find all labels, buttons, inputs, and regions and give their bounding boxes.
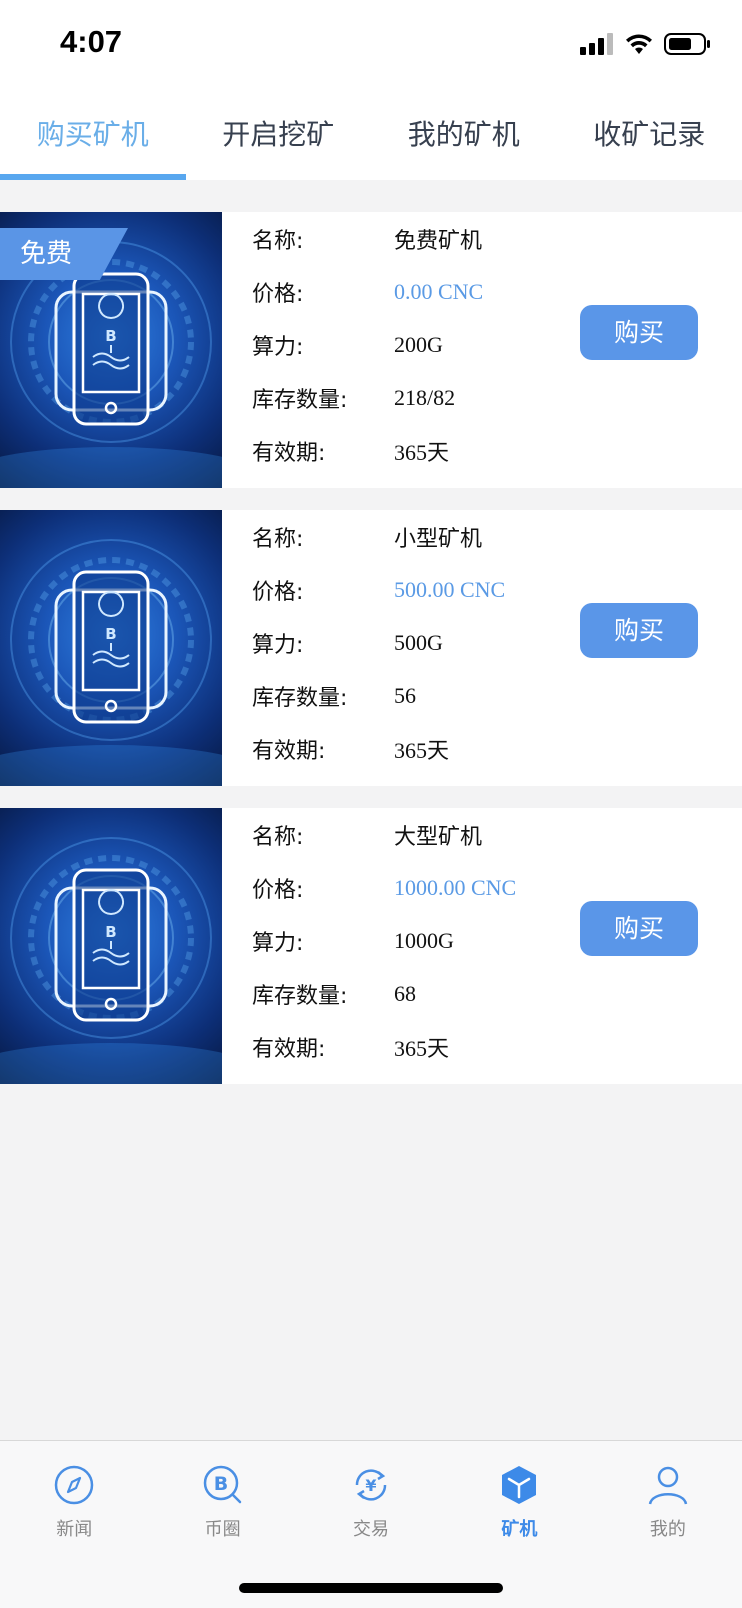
stock-label: 库存数量: — [252, 983, 348, 1009]
stock-label: 库存数量: — [252, 685, 348, 711]
miner-image: B — [0, 808, 222, 1084]
hashrate-label: 算力: — [252, 930, 304, 956]
nav-crypto-circle-label: 币圈 — [204, 1519, 241, 1540]
miner-info: 名称: 大型矿机 价格: 1000.00 CNC 算力: 1000G 库存数量: 68 … — [252, 808, 516, 1073]
miner-hashrate: 200G — [394, 331, 443, 357]
tab-collect-records[interactable]: 收矿记录 — [557, 92, 742, 180]
buy-button[interactable]: 购买 — [580, 603, 698, 658]
validity-label: 有效期: — [252, 440, 326, 466]
miner-info: 名称: 免费矿机 价格: 0.00 CNC 算力: 200G 库存数量: 218/82 … — [252, 212, 483, 477]
miner-image: B 免费 — [0, 212, 222, 488]
person-icon — [648, 1466, 688, 1505]
nav-miners-label: 矿机 — [501, 1519, 538, 1540]
miner-validity: 365天 — [394, 439, 450, 465]
tab-my-miners[interactable]: 我的矿机 — [371, 92, 557, 180]
bitcoin-search-icon: B — [203, 1465, 241, 1504]
svg-text:B: B — [105, 327, 116, 345]
miner-price: 500.00 CNC — [394, 576, 506, 602]
phone-bitcoin-icon: B — [0, 837, 222, 1084]
validity-label: 有效期: — [252, 1036, 326, 1062]
price-label: 价格: — [252, 877, 304, 903]
wifi-icon — [626, 34, 652, 54]
miner-validity: 365天 — [394, 737, 450, 763]
buy-button[interactable]: 购买 — [580, 901, 698, 956]
miner-card: B 名称: 小型矿机 价格: 500.00 CNC 算力: 500G 库存数量: 56 … — [0, 510, 742, 786]
status-icons — [580, 32, 712, 56]
hashrate-label: 算力: — [252, 334, 304, 360]
name-label: 名称: — [252, 228, 304, 254]
svg-text:¥: ¥ — [365, 1476, 376, 1495]
compass-icon — [54, 1465, 94, 1505]
buy-button[interactable]: 购买 — [580, 305, 698, 360]
miner-card: B 名称: 大型矿机 价格: 1000.00 CNC 算力: 1000G 库存数量: 6… — [0, 808, 742, 1084]
nav-trade-label: 交易 — [353, 1519, 390, 1540]
signal-icon — [580, 33, 613, 55]
miner-validity: 365天 — [394, 1035, 450, 1061]
svg-text:B: B — [105, 923, 116, 941]
hashrate-label: 算力: — [252, 632, 304, 658]
miner-stock: 218/82 — [394, 384, 456, 410]
svg-text:B: B — [213, 1473, 227, 1495]
status-time: 4:07 — [60, 24, 123, 59]
miner-name: 小型矿机 — [394, 525, 483, 551]
price-label: 价格: — [252, 579, 304, 605]
stock-label: 库存数量: — [252, 387, 348, 413]
miner-hashrate: 1000G — [394, 927, 454, 953]
nav-me[interactable]: 我的 — [594, 1441, 742, 1553]
miner-list: B 免费 名称: 免费矿机 价格: 0.00 CNC 算力: 200G 库存数量: 21… — [0, 212, 742, 1106]
miner-price: 1000.00 CNC — [394, 874, 517, 900]
home-indicator — [239, 1583, 503, 1593]
miner-info: 名称: 小型矿机 价格: 500.00 CNC 算力: 500G 库存数量: 56 有效… — [252, 510, 505, 775]
miner-name: 免费矿机 — [394, 227, 483, 253]
bottom-nav: 新闻 B 币圈 ¥ 交易 矿机 我的 — [0, 1440, 742, 1608]
miner-hashrate: 500G — [394, 629, 443, 655]
miner-image: B — [0, 510, 222, 786]
status-bar: 4:07 — [0, 0, 742, 92]
cube-icon — [502, 1466, 537, 1504]
nav-news[interactable]: 新闻 — [0, 1441, 148, 1553]
miner-name: 大型矿机 — [394, 823, 483, 849]
miner-price: 0.00 CNC — [394, 278, 484, 304]
svg-text:B: B — [105, 625, 116, 643]
miner-card: B 免费 名称: 免费矿机 价格: 0.00 CNC 算力: 200G 库存数量: 21… — [0, 212, 742, 488]
phone-bitcoin-icon: B — [0, 539, 222, 786]
nav-me-label: 我的 — [649, 1519, 686, 1540]
yuan-exchange-icon: ¥ — [355, 1469, 387, 1501]
tab-start-mining[interactable]: 开启挖矿 — [186, 92, 372, 180]
validity-label: 有效期: — [252, 738, 326, 764]
nav-trade[interactable]: ¥ 交易 — [297, 1441, 445, 1553]
nav-miners[interactable]: 矿机 — [445, 1441, 593, 1553]
miner-stock: 68 — [394, 980, 416, 1006]
nav-crypto-circle[interactable]: B 币圈 — [148, 1441, 296, 1553]
price-label: 价格: — [252, 281, 304, 307]
battery-icon — [664, 33, 710, 55]
top-tabs: 购买矿机 开启挖矿 我的矿机 收矿记录 — [0, 92, 742, 180]
tab-buy-miner[interactable]: 购买矿机 — [0, 92, 186, 180]
name-label: 名称: — [252, 526, 304, 552]
miner-stock: 56 — [394, 682, 416, 708]
nav-news-label: 新闻 — [56, 1519, 93, 1540]
name-label: 名称: — [252, 824, 304, 850]
